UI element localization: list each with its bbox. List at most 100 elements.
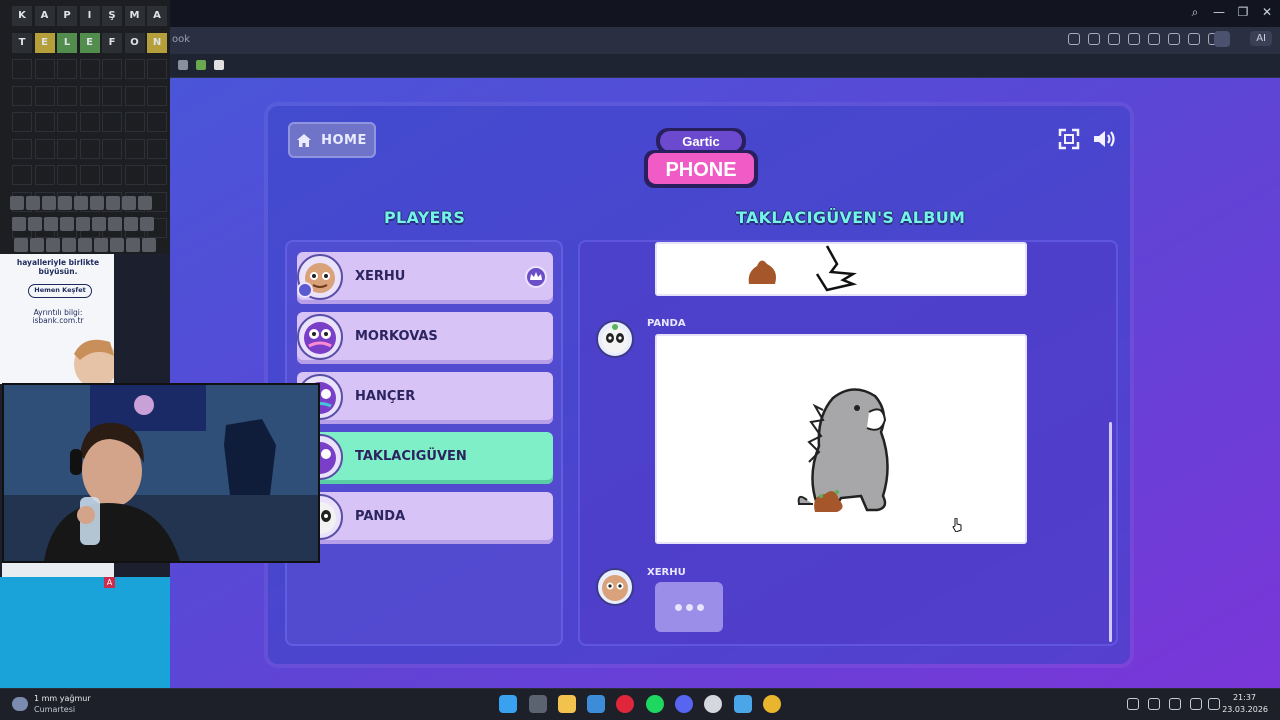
- hand-cursor-icon: [952, 518, 962, 532]
- tray-chevron-icon[interactable]: [1127, 698, 1139, 710]
- task-view-icon[interactable]: [529, 695, 547, 713]
- keyboard-key[interactable]: [106, 196, 120, 210]
- discord-icon[interactable]: [675, 695, 693, 713]
- keyboard-key[interactable]: [44, 217, 58, 231]
- keyboard-key[interactable]: [124, 217, 138, 231]
- player-avatar: [297, 314, 343, 360]
- edit-icon[interactable]: [1068, 33, 1080, 45]
- file-explorer-icon[interactable]: [558, 695, 576, 713]
- bookmark-icon[interactable]: [178, 60, 188, 70]
- letter-cell: E: [79, 32, 100, 53]
- keyboard-key[interactable]: [78, 238, 92, 252]
- message-author: XERHU: [647, 567, 686, 578]
- close-button[interactable]: ✕: [1257, 5, 1277, 19]
- extension-icon[interactable]: [1128, 33, 1140, 45]
- search-icon[interactable]: ⌕: [1185, 5, 1205, 20]
- letter-cell: [34, 85, 55, 106]
- profile-icon[interactable]: [1214, 31, 1230, 47]
- letter-cell: [124, 112, 145, 132]
- home-label: HOME: [321, 132, 367, 148]
- wifi-icon[interactable]: [1190, 698, 1202, 710]
- letter-cell: [12, 112, 32, 132]
- letter-cell: N: [147, 32, 167, 53]
- keyboard-key[interactable]: [142, 238, 156, 252]
- letter-cell: A: [147, 6, 167, 26]
- keyboard-key[interactable]: [110, 238, 124, 252]
- letter-cell: [124, 165, 145, 185]
- keyboard-key[interactable]: [46, 238, 60, 252]
- weather-text[interactable]: 1 mm yağmur: [34, 694, 91, 703]
- letter-cell: K: [12, 6, 32, 26]
- keyboard-key[interactable]: [28, 217, 42, 231]
- keyboard-key[interactable]: [74, 196, 88, 210]
- player-name: HANÇER: [355, 389, 416, 404]
- overlay-badge: A: [104, 577, 115, 588]
- letter-cell: [34, 138, 55, 159]
- player-row-hancer[interactable]: HANÇER: [297, 372, 553, 424]
- speaker-icon[interactable]: [1208, 698, 1220, 710]
- keyboard-key[interactable]: [108, 217, 122, 231]
- heart-icon[interactable]: [1168, 33, 1180, 45]
- tab-title-fragment[interactable]: ook: [172, 34, 190, 45]
- gartic-phone-logo: Gartic PHONE: [644, 128, 758, 188]
- keyboard-key[interactable]: [92, 217, 106, 231]
- minimize-button[interactable]: —: [1209, 5, 1229, 19]
- player-row-xerhu[interactable]: XERHU: [297, 252, 553, 304]
- keyboard-key[interactable]: [90, 196, 104, 210]
- play-icon[interactable]: [1148, 33, 1160, 45]
- photos-icon[interactable]: [734, 695, 752, 713]
- keyboard-key[interactable]: [14, 238, 28, 252]
- ad-banner[interactable]: hayalleriyle birlikte büyüsün. Hemen Keş…: [0, 254, 114, 384]
- keyboard-key[interactable]: [126, 238, 140, 252]
- weather-icon[interactable]: [12, 697, 28, 711]
- download-icon[interactable]: [1188, 33, 1200, 45]
- tiktok-icon[interactable]: [214, 60, 224, 70]
- clock-time[interactable]: 21:37: [1233, 693, 1256, 702]
- letter-cell: L: [57, 32, 77, 53]
- camera-icon[interactable]: [1088, 33, 1100, 45]
- keyboard-key[interactable]: [122, 196, 136, 210]
- album-scrollbar[interactable]: [1109, 422, 1112, 642]
- tray-app-icon[interactable]: [1148, 698, 1160, 710]
- app-icon[interactable]: [704, 695, 722, 713]
- clock-date[interactable]: 23.03.2026: [1222, 705, 1268, 714]
- keyboard-key[interactable]: [42, 196, 56, 210]
- home-button[interactable]: HOME: [288, 122, 376, 158]
- store-icon[interactable]: [587, 695, 605, 713]
- keyboard-key[interactable]: [140, 217, 154, 231]
- restore-button[interactable]: ❐: [1233, 5, 1253, 19]
- typing-dot: [674, 603, 682, 611]
- ad-info-url: isbank.com.tr: [32, 316, 84, 325]
- player-row-taklaciguven[interactable]: TAKLACIGÜVEN: [297, 432, 553, 484]
- album-feed[interactable]: PANDA XERHU: [578, 240, 1118, 646]
- keyboard-key[interactable]: [76, 217, 90, 231]
- keyboard-key[interactable]: [30, 238, 44, 252]
- keyboard-key[interactable]: [60, 217, 74, 231]
- keyboard-key[interactable]: [138, 196, 152, 210]
- keyboard-key[interactable]: [10, 196, 24, 210]
- bookmark-chess-icon[interactable]: [196, 60, 206, 70]
- keyboard-key[interactable]: [94, 238, 108, 252]
- chrome-icon[interactable]: [763, 695, 781, 713]
- toolbar-icons: [1068, 33, 1220, 45]
- letter-cell: [147, 165, 167, 185]
- start-icon[interactable]: [499, 695, 517, 713]
- spotify-icon[interactable]: [646, 695, 664, 713]
- webcam-caption-strip: [2, 563, 114, 577]
- ai-button[interactable]: AI: [1250, 31, 1272, 46]
- ad-cta-button[interactable]: Hemen Keşfet: [28, 284, 92, 298]
- shield-icon[interactable]: [1108, 33, 1120, 45]
- fullscreen-icon[interactable]: [1058, 128, 1080, 150]
- player-row-morkovas[interactable]: MORKOVAS: [297, 312, 553, 364]
- opera-icon[interactable]: [616, 695, 634, 713]
- keyboard-key[interactable]: [58, 196, 72, 210]
- letter-cell: P: [57, 6, 77, 26]
- keyboard-key[interactable]: [26, 196, 40, 210]
- volume-icon[interactable]: [1092, 128, 1118, 150]
- keyboard-key[interactable]: [62, 238, 76, 252]
- keyboard-key[interactable]: [12, 217, 26, 231]
- player-row-panda[interactable]: PANDA: [297, 492, 553, 544]
- message-author: PANDA: [647, 318, 686, 329]
- letter-cell: [79, 85, 100, 106]
- microphone-icon[interactable]: [1169, 698, 1181, 710]
